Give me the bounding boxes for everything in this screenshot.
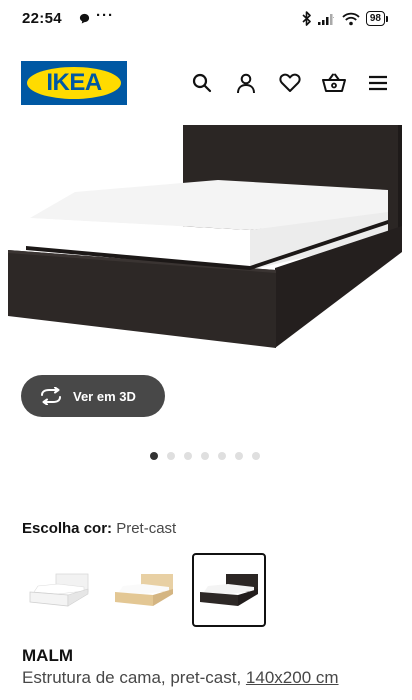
header-actions	[190, 71, 390, 95]
menu-icon[interactable]	[366, 71, 390, 95]
swatch-white[interactable]	[22, 553, 96, 627]
site-header: IKEA	[0, 38, 412, 120]
swatch-black-brown[interactable]	[192, 553, 266, 627]
color-choice-label: Escolha cor: Pret-cast	[22, 520, 176, 537]
heart-icon[interactable]	[278, 71, 302, 95]
carousel-dot[interactable]	[252, 452, 260, 460]
product-size-link[interactable]: 140x200 cm	[246, 668, 339, 687]
carousel-dot[interactable]	[218, 452, 226, 460]
product-image[interactable]	[0, 120, 412, 360]
more-notifications-icon: ···	[96, 7, 114, 24]
swatch-oak[interactable]	[107, 553, 181, 627]
white-bed-thumbnail	[29, 573, 89, 607]
rotate-icon	[39, 384, 63, 408]
product-description: Estrutura de cama, pret-cast, 140x200 cm	[22, 668, 339, 688]
product-description-text: Estrutura de cama, pret-cast,	[22, 668, 246, 687]
signal-icon: .	[317, 14, 334, 25]
status-right: . 98	[302, 11, 388, 26]
color-choice-value: Pret-cast	[116, 520, 177, 537]
color-choice-title: Escolha cor:	[22, 520, 113, 537]
bluetooth-icon	[302, 11, 311, 26]
battery-icon: 98	[365, 11, 388, 26]
view-3d-button[interactable]: Ver em 3D	[21, 375, 165, 417]
status-time: 22:54	[22, 10, 62, 27]
message-icon	[79, 13, 90, 24]
color-swatches	[22, 553, 266, 627]
logo-text: IKEA	[46, 69, 102, 96]
search-icon[interactable]	[190, 71, 214, 95]
product-name: MALM	[22, 646, 73, 665]
black-brown-bed-thumbnail	[200, 574, 258, 606]
user-icon[interactable]	[234, 71, 258, 95]
carousel-dot[interactable]	[235, 452, 243, 460]
oak-bed-thumbnail	[115, 574, 173, 606]
ikea-logo[interactable]: IKEA	[21, 61, 127, 105]
carousel-dots	[150, 452, 260, 460]
carousel-dot[interactable]	[167, 452, 175, 460]
basket-icon[interactable]	[322, 71, 346, 95]
status-bar: 22:54 ··· . 98	[0, 0, 412, 38]
view-3d-label: Ver em 3D	[73, 388, 136, 404]
carousel-dot[interactable]	[201, 452, 209, 460]
carousel-dot[interactable]	[150, 452, 158, 460]
wifi-icon	[342, 12, 360, 25]
svg-text:.: .	[332, 14, 334, 20]
carousel-dot[interactable]	[184, 452, 192, 460]
